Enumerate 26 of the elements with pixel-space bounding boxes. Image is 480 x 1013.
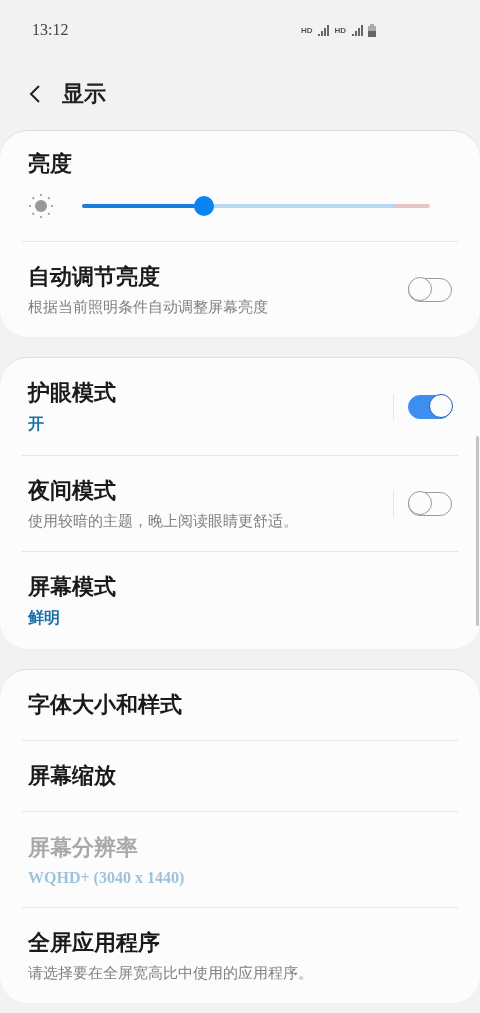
setting-title: 屏幕分辨率 <box>28 833 139 862</box>
setting-title: 夜间模式 <box>28 477 117 505</box>
setting-title: 亮度 <box>28 150 73 178</box>
battery-icon <box>368 23 376 37</box>
toggle-switch[interactable] <box>408 394 452 419</box>
status-indicator: HD <box>300 25 313 35</box>
status-indicator: HD <box>334 25 346 35</box>
page-title: 显示 <box>62 80 106 108</box>
back-button[interactable] <box>28 83 42 105</box>
setting-title: 全屏应用程序 <box>28 929 161 957</box>
signal-icon <box>316 24 331 36</box>
setting-description: 请选择要在全屏宽高比中使用的应用程序。 <box>28 964 314 983</box>
setting-title: 字体大小和样式 <box>28 691 183 719</box>
setting-title: 屏幕缩放 <box>28 762 117 790</box>
setting-title: 自动调节亮度 <box>28 263 161 291</box>
slider-thumb[interactable] <box>193 196 214 216</box>
setting-value: 鲜明 <box>28 608 61 628</box>
setting-title: 屏幕模式 <box>28 573 117 601</box>
setting-value: 开 <box>28 414 45 434</box>
brightness-icon <box>28 193 54 219</box>
setting-description: 根据当前照明条件自动调整屏幕亮度 <box>28 298 269 317</box>
setting-description: 使用较暗的主题，晚上阅读眼睛更舒适。 <box>28 512 299 531</box>
signal-icon <box>350 24 364 36</box>
status-time: 13:12 <box>32 21 69 39</box>
setting-title: 护眼模式 <box>28 379 117 407</box>
setting-value: WQHD+ (3040 x 1440) <box>28 868 186 887</box>
